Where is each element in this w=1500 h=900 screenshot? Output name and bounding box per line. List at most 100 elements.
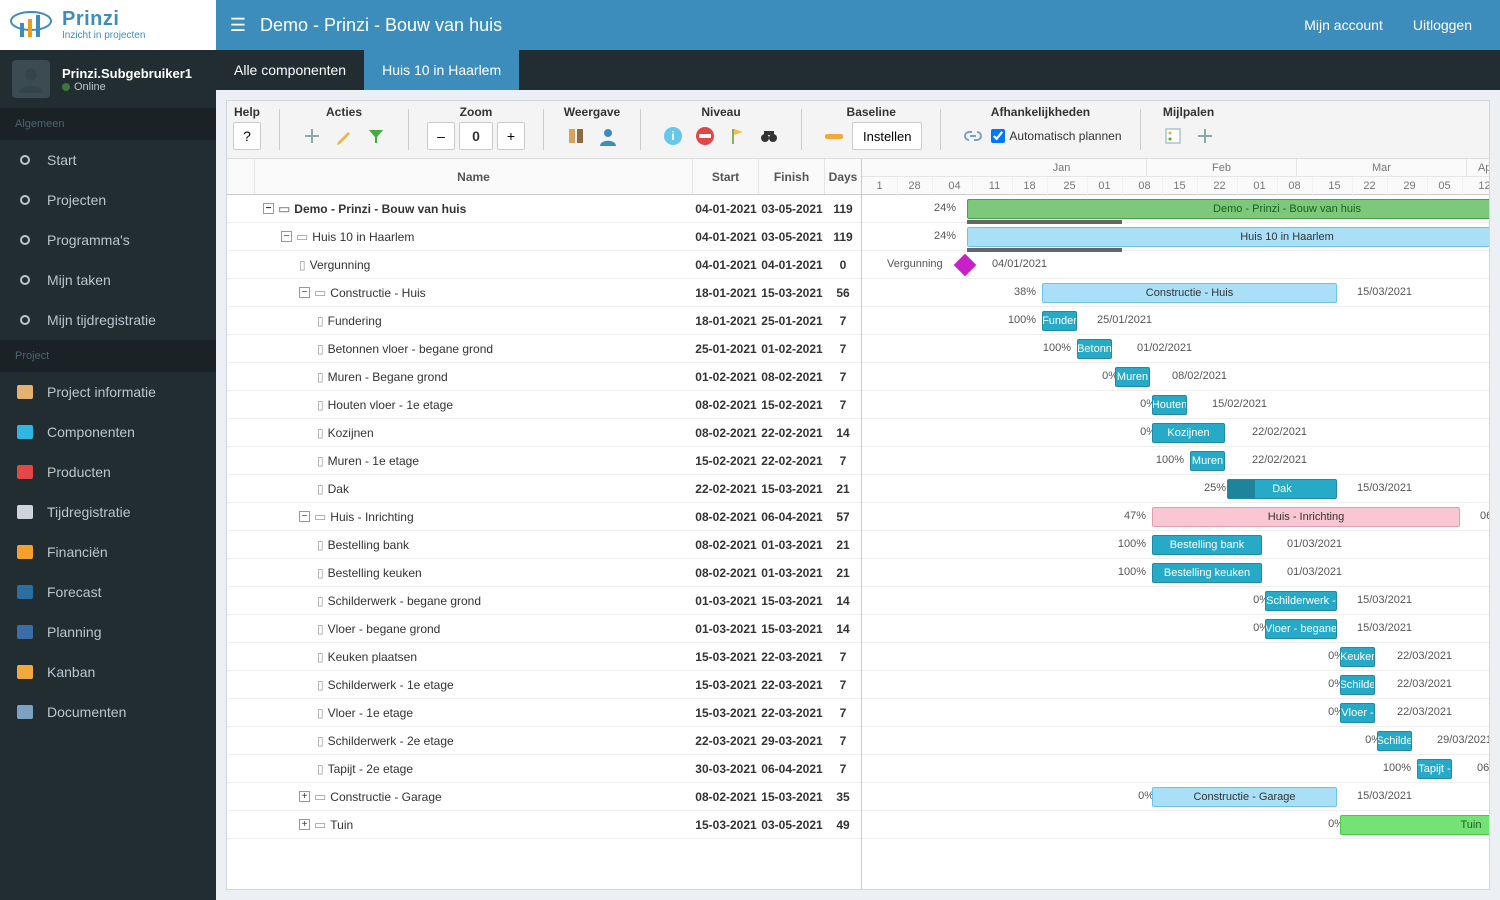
task-row[interactable]: ▯Schilderwerk - begane grond 01-03-2021 …: [227, 587, 861, 615]
task-row[interactable]: ▯Bestelling keuken 08-02-2021 01-03-2021…: [227, 559, 861, 587]
task-finish: 03-05-2021: [759, 818, 825, 832]
expander[interactable]: +: [299, 819, 310, 830]
gantt-bar[interactable]: Huis 10 in Haarlem: [967, 227, 1489, 247]
sidebar-item[interactable]: Project informatie: [0, 372, 216, 412]
link-icon[interactable]: [959, 122, 987, 150]
task-row[interactable]: − ▭Huis 10 in Haarlem 04-01-2021 03-05-2…: [227, 223, 861, 251]
timeline-day: 25: [1052, 177, 1088, 195]
view-book-icon[interactable]: [562, 122, 590, 150]
view-user-icon[interactable]: [594, 122, 622, 150]
gantt-bar[interactable]: Schilde: [1377, 731, 1412, 751]
gantt-bar[interactable]: Constructie - Huis: [1042, 283, 1337, 303]
sidebar-item[interactable]: Start: [0, 140, 216, 180]
zoom-in-button[interactable]: +: [497, 122, 525, 150]
filter-icon[interactable]: [362, 122, 390, 150]
zoom-out-button[interactable]: –: [427, 122, 455, 150]
milestone-icon[interactable]: [954, 254, 977, 277]
sidebar-item[interactable]: Planning: [0, 612, 216, 652]
gantt-bar[interactable]: Vloer -: [1340, 703, 1375, 723]
gantt-bar[interactable]: Muren: [1115, 367, 1150, 387]
task-row[interactable]: ▯Tapijt - 2e etage 30-03-2021 06-04-2021…: [227, 755, 861, 783]
gantt-bar[interactable]: Bestelling bank: [1152, 535, 1262, 555]
task-row[interactable]: ▯Bestelling bank 08-02-2021 01-03-2021 2…: [227, 531, 861, 559]
sidebar-item[interactable]: Componenten: [0, 412, 216, 452]
sidebar-item[interactable]: Kanban: [0, 652, 216, 692]
my-account-link[interactable]: Mijn account: [1304, 17, 1383, 33]
expander[interactable]: −: [263, 203, 274, 214]
task-row[interactable]: ▯Schilderwerk - 1e etage 15-03-2021 22-0…: [227, 671, 861, 699]
task-row[interactable]: + ▭Constructie - Garage 08-02-2021 15-03…: [227, 783, 861, 811]
gantt-bar[interactable]: Kozijnen: [1152, 423, 1225, 443]
tab[interactable]: Huis 10 in Haarlem: [364, 50, 519, 90]
sidebar-item[interactable]: Tijdregistratie: [0, 492, 216, 532]
sidebar-item[interactable]: Programma's: [0, 220, 216, 260]
timeline-day: 01: [1087, 177, 1123, 195]
sidebar-item[interactable]: Projecten: [0, 180, 216, 220]
gantt-bar[interactable]: Dak: [1227, 479, 1337, 499]
gantt-bar[interactable]: Funder: [1042, 311, 1077, 331]
logout-link[interactable]: Uitloggen: [1413, 17, 1472, 33]
sidebar-item[interactable]: Producten: [0, 452, 216, 492]
sidebar-item[interactable]: Mijn taken: [0, 260, 216, 300]
file-icon: ▯: [317, 426, 324, 440]
gantt-bar[interactable]: Tuin: [1340, 815, 1489, 835]
task-row[interactable]: ▯Muren - Begane grond 01-02-2021 08-02-2…: [227, 363, 861, 391]
sidebar-item[interactable]: Forecast: [0, 572, 216, 612]
task-row[interactable]: + ▭Tuin 15-03-2021 03-05-2021 49: [227, 811, 861, 839]
edit-icon[interactable]: [330, 122, 358, 150]
baseline-set-button[interactable]: Instellen: [852, 122, 922, 150]
task-row[interactable]: ▯Kozijnen 08-02-2021 22-02-2021 14: [227, 419, 861, 447]
task-row[interactable]: − ▭Huis - Inrichting 08-02-2021 06-04-20…: [227, 503, 861, 531]
task-row[interactable]: − ▭Demo - Prinzi - Bouw van huis 04-01-2…: [227, 195, 861, 223]
sidebar-item[interactable]: Documenten: [0, 692, 216, 732]
task-row[interactable]: ▯Vloer - 1e etage 15-03-2021 22-03-2021 …: [227, 699, 861, 727]
task-row[interactable]: ▯Muren - 1e etage 15-02-2021 22-02-2021 …: [227, 447, 861, 475]
task-row[interactable]: − ▭Constructie - Huis 18-01-2021 15-03-2…: [227, 279, 861, 307]
autoplan-input[interactable]: [991, 129, 1005, 143]
milestone-list-icon[interactable]: [1159, 122, 1187, 150]
task-row[interactable]: ▯Dak 22-02-2021 15-03-2021 21: [227, 475, 861, 503]
autoplan-checkbox[interactable]: Automatisch plannen: [991, 129, 1121, 143]
task-row[interactable]: ▯Schilderwerk - 2e etage 22-03-2021 29-0…: [227, 727, 861, 755]
gantt-bar[interactable]: Houten: [1152, 395, 1187, 415]
sidebar-item[interactable]: Financiën: [0, 532, 216, 572]
logo[interactable]: Prinzi Inzicht in projecten: [0, 0, 216, 50]
task-row[interactable]: ▯Betonnen vloer - begane grond 25-01-202…: [227, 335, 861, 363]
gantt-bar[interactable]: Vloer - begane: [1265, 619, 1337, 639]
folder-icon: ▭: [314, 789, 326, 805]
level-info-icon[interactable]: i: [659, 122, 687, 150]
milestone-add-icon[interactable]: [1191, 122, 1219, 150]
level-binoculars-icon[interactable]: [755, 122, 783, 150]
task-row[interactable]: ▯Vergunning 04-01-2021 04-01-2021 0: [227, 251, 861, 279]
task-row[interactable]: ▯Fundering 18-01-2021 25-01-2021 7: [227, 307, 861, 335]
expander[interactable]: −: [299, 511, 310, 522]
task-row[interactable]: ▯Keuken plaatsen 15-03-2021 22-03-2021 7: [227, 643, 861, 671]
add-icon[interactable]: [298, 122, 326, 150]
gantt-bar[interactable]: Demo - Prinzi - Bouw van huis: [967, 199, 1489, 219]
help-button[interactable]: ?: [233, 122, 261, 150]
brand-name: Prinzi: [62, 9, 145, 29]
sidebar-item-label: Tijdregistratie: [47, 504, 131, 520]
task-name: Muren - 1e etage: [328, 454, 419, 468]
gantt-bar[interactable]: Bestelling keuken: [1152, 563, 1262, 583]
gantt-bar[interactable]: Constructie - Garage: [1152, 787, 1337, 807]
baseline-bar-icon[interactable]: [820, 122, 848, 150]
gantt-bar[interactable]: Schilderwerk -: [1265, 591, 1337, 611]
menu-toggle[interactable]: ☰: [216, 0, 260, 50]
expander[interactable]: −: [299, 287, 310, 298]
task-row[interactable]: ▯Houten vloer - 1e etage 08-02-2021 15-0…: [227, 391, 861, 419]
expander[interactable]: +: [299, 791, 310, 802]
gantt-bar[interactable]: Huis - Inrichting: [1152, 507, 1460, 527]
task-row[interactable]: ▯Vloer - begane grond 01-03-2021 15-03-2…: [227, 615, 861, 643]
tab[interactable]: Alle componenten: [216, 50, 364, 90]
gantt-bar[interactable]: Muren: [1190, 451, 1225, 471]
level-noentry-icon[interactable]: [691, 122, 719, 150]
gantt-bar[interactable]: Keuker: [1340, 647, 1375, 667]
gantt-bar[interactable]: Betonn: [1077, 339, 1112, 359]
gantt-bar[interactable]: Tapijt -: [1417, 759, 1452, 779]
level-flag-icon[interactable]: [723, 122, 751, 150]
expander[interactable]: −: [281, 231, 292, 242]
gantt-bar[interactable]: Schilde: [1340, 675, 1375, 695]
gantt-timeline[interactable]: JanFebMarApr 128041118250108152201081522…: [862, 159, 1489, 889]
sidebar-item[interactable]: Mijn tijdregistratie: [0, 300, 216, 340]
